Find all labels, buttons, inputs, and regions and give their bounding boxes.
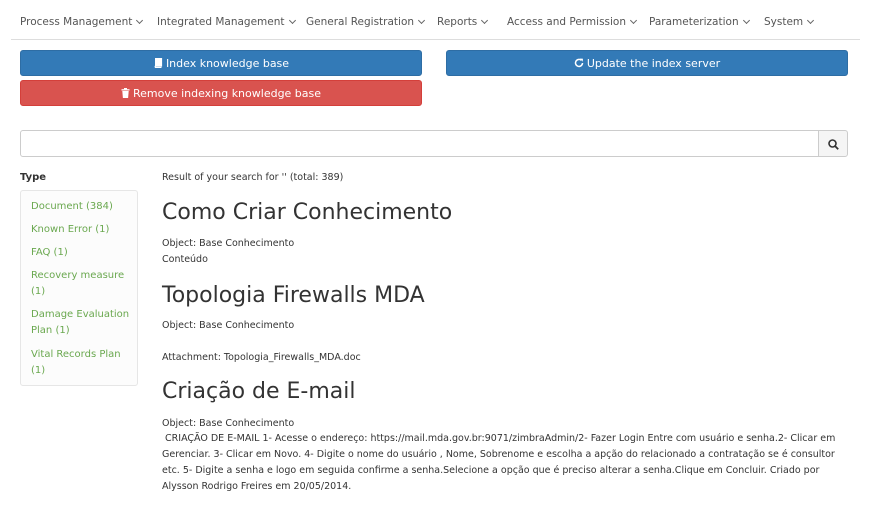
- facet-count: Plan (1): [31, 325, 70, 336]
- facet-document[interactable]: Document (384): [31, 199, 113, 215]
- search-input[interactable]: [20, 130, 819, 157]
- nav-label: Reports: [437, 16, 478, 28]
- remove-indexing-label: Remove indexing knowledge base: [132, 87, 322, 100]
- facet-label: FAQ (1): [31, 247, 68, 258]
- chevron-down-icon: [481, 16, 489, 25]
- search-button[interactable]: [818, 130, 848, 157]
- book-icon: [154, 57, 163, 69]
- result-summary: Result of your search for '' (total: 389…: [162, 172, 344, 183]
- facet-label: Document (384): [31, 201, 113, 212]
- nav-general-registration[interactable]: General Registration: [306, 16, 426, 28]
- facet-known-error[interactable]: Known Error (1): [31, 222, 109, 238]
- nav-parameterization[interactable]: Parameterization: [649, 16, 750, 28]
- facet-panel: Document (384) Known Error (1) FAQ (1) R…: [20, 190, 138, 386]
- index-knowledge-base-button[interactable]: Index knowledge base: [20, 50, 422, 76]
- nav-label: Process Management: [20, 16, 133, 28]
- nav-access-and-permission[interactable]: Access and Permission: [507, 16, 638, 28]
- nav-label: Parameterization: [649, 16, 739, 28]
- facet-vital-records-plan[interactable]: Vital Records Plan (1): [31, 347, 121, 379]
- facet-count: (1): [31, 365, 46, 376]
- search-bar: [20, 130, 848, 157]
- index-knowledge-base-label: Index knowledge base: [165, 57, 290, 70]
- result-title[interactable]: Como Criar Conhecimento: [162, 200, 452, 225]
- update-index-server-label: Update the index server: [586, 57, 721, 70]
- remove-indexing-button[interactable]: Remove indexing knowledge base: [20, 80, 422, 106]
- result-title[interactable]: Topologia Firewalls MDA: [162, 283, 425, 308]
- nav-label: Integrated Management: [157, 16, 285, 28]
- nav-label: Access and Permission: [507, 16, 627, 28]
- top-navigation: Process Management Integrated Management…: [11, 0, 860, 40]
- facet-label: Known Error (1): [31, 224, 110, 235]
- result-object: Object: Base Conhecimento: [162, 320, 295, 331]
- trash-icon: [121, 88, 130, 98]
- result-object: Object: Base Conhecimento: [162, 238, 295, 249]
- result-object: Object: Base Conhecimento: [162, 418, 295, 429]
- nav-process-management[interactable]: Process Management: [20, 16, 144, 28]
- chevron-down-icon: [807, 16, 815, 25]
- chevron-down-icon: [288, 16, 296, 25]
- nav-system[interactable]: System: [764, 16, 815, 28]
- chevron-down-icon: [136, 16, 144, 25]
- result-attachment[interactable]: Attachment: Topologia_Firewalls_MDA.doc: [162, 352, 361, 363]
- facet-label: Vital Records Plan: [31, 349, 121, 360]
- nav-label: System: [764, 16, 804, 28]
- facet-faq[interactable]: FAQ (1): [31, 245, 68, 261]
- nav-reports[interactable]: Reports: [437, 16, 489, 28]
- facet-recovery-measure[interactable]: Recovery measure (1): [31, 268, 124, 300]
- search-icon: [828, 139, 839, 150]
- facet-damage-evaluation-plan[interactable]: Damage Evaluation Plan (1): [31, 307, 129, 339]
- result-body: Conteúdo: [162, 254, 208, 265]
- facet-label: Damage Evaluation: [31, 309, 130, 320]
- result-title[interactable]: Criação de E-mail: [162, 379, 356, 404]
- nav-label: General Registration: [306, 16, 415, 28]
- facet-title: Type: [20, 172, 47, 183]
- refresh-icon: [574, 58, 584, 68]
- update-index-server-button[interactable]: Update the index server: [446, 50, 848, 76]
- facet-label: Recovery measure: [31, 270, 125, 281]
- chevron-down-icon: [418, 16, 426, 25]
- chevron-down-icon: [742, 16, 750, 25]
- chevron-down-icon: [629, 16, 638, 25]
- result-body: CRIAÇÃO DE E-MAIL 1- Acesse o endereço: …: [162, 433, 839, 492]
- nav-integrated-management[interactable]: Integrated Management: [157, 16, 296, 28]
- facet-count: (1): [31, 286, 46, 297]
